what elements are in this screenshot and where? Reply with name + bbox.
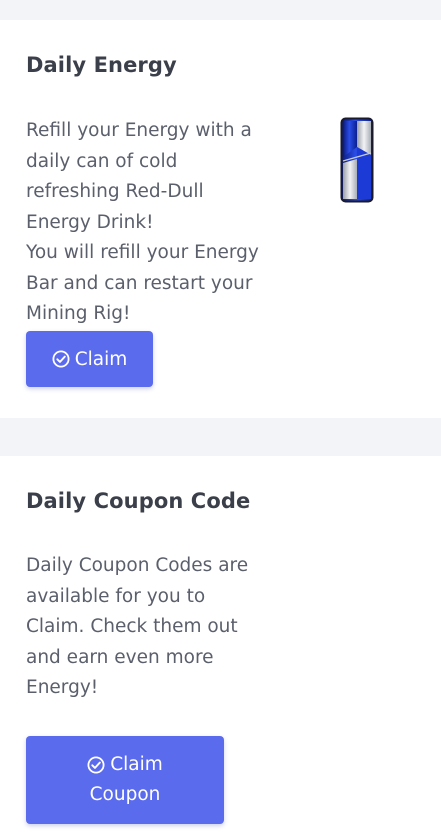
description-line: and earn even more xyxy=(26,646,214,668)
description-line: daily can of cold xyxy=(26,150,178,172)
description-line: Claim. Check them out xyxy=(26,616,238,637)
description-line: available for you to xyxy=(26,585,206,607)
description-line: refreshing Red-Dull xyxy=(26,181,204,202)
claim-button-label: Claim xyxy=(74,348,128,370)
claim-coupon-label-line1: Claim xyxy=(110,754,163,775)
description-line: You will refill your Energy xyxy=(26,242,259,263)
description-line: Mining Rig! xyxy=(26,303,131,324)
description-line: Energy! xyxy=(26,677,99,698)
daily-energy-description: Refill your Energy with a daily can of c… xyxy=(26,116,259,330)
description-line: Bar and can restart your xyxy=(26,272,253,294)
daily-coupon-card: Daily Coupon Code Daily Coupon Codes are… xyxy=(0,456,441,839)
claim-coupon-button[interactable]: Claim Coupon xyxy=(26,736,224,824)
check-circle-icon xyxy=(87,756,105,774)
description-line: Refill your Energy with a xyxy=(26,120,252,141)
description-line: Daily Coupon Codes are xyxy=(26,555,249,576)
check-circle-icon xyxy=(52,350,70,368)
energy-drink-can-image xyxy=(340,117,374,203)
daily-energy-card: Daily Energy Refill your Energy with a d… xyxy=(0,20,441,418)
daily-coupon-description: Daily Coupon Codes are available for you… xyxy=(26,551,248,704)
daily-energy-title: Daily Energy xyxy=(26,53,177,77)
description-line: Energy Drink! xyxy=(26,211,154,233)
claim-button[interactable]: Claim xyxy=(26,331,153,387)
claim-coupon-label-line2: Coupon xyxy=(89,784,161,805)
daily-coupon-title: Daily Coupon Code xyxy=(26,489,251,513)
